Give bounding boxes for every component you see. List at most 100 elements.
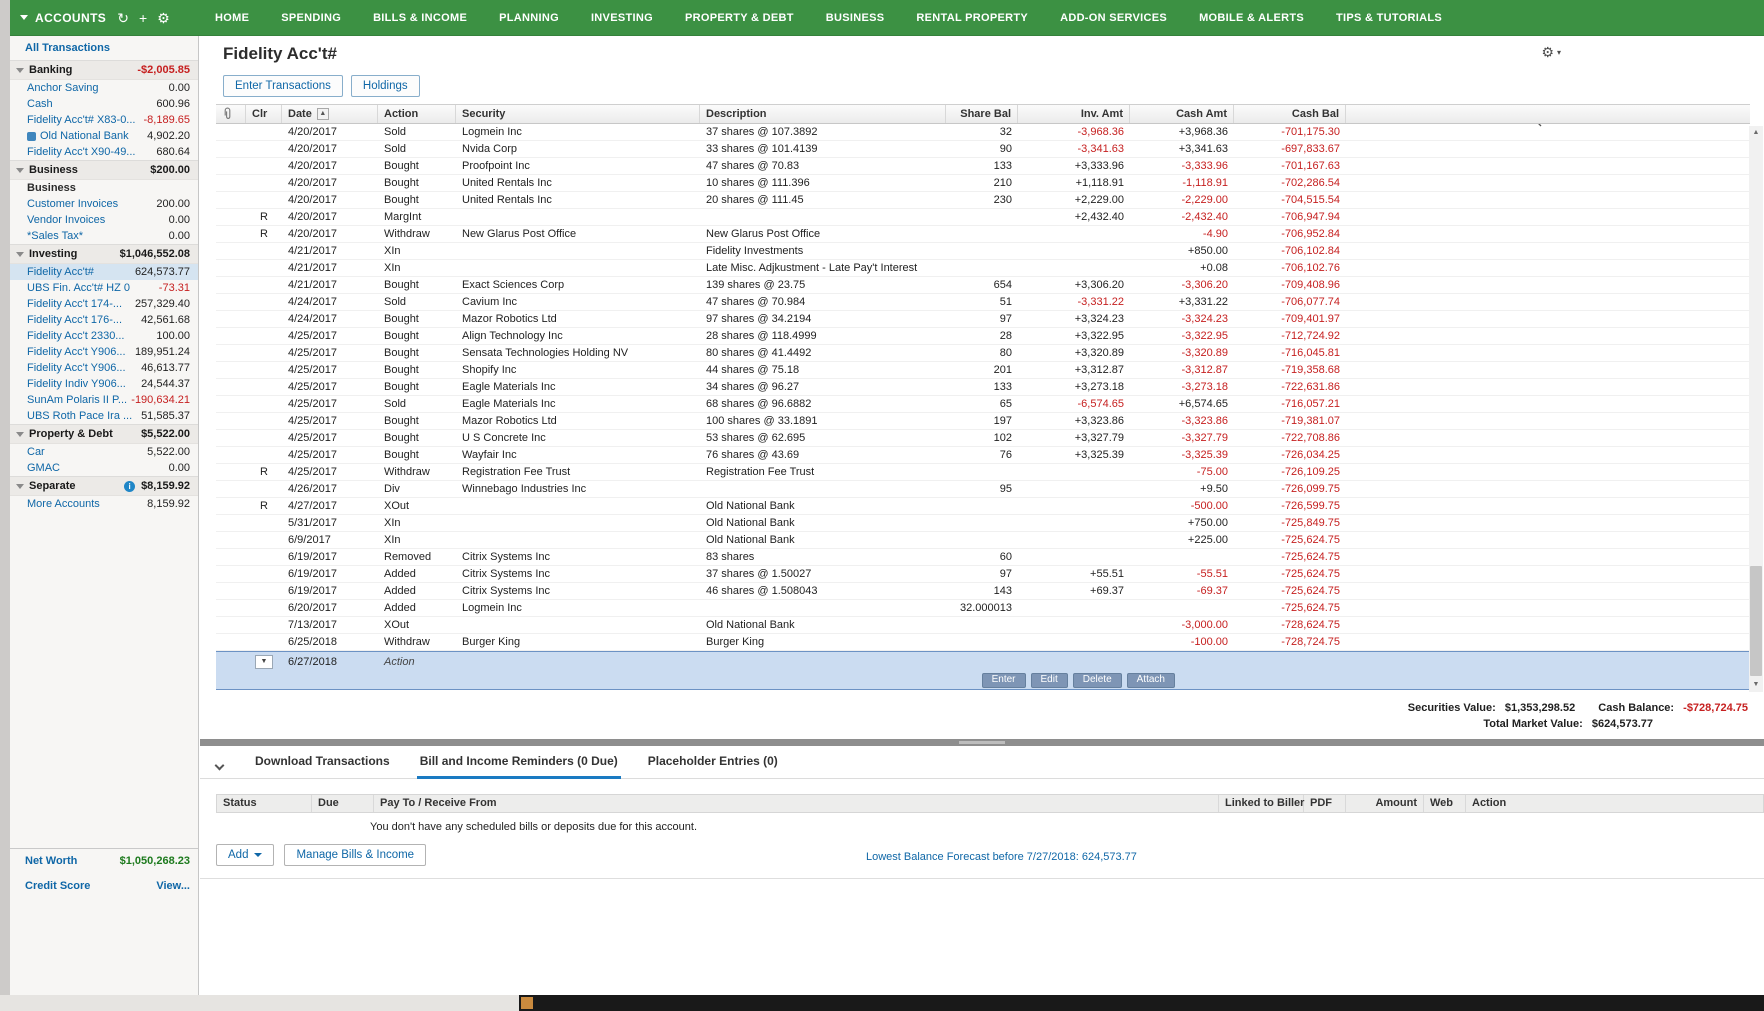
accounts-menu[interactable]: ACCOUNTS ↻ + ⚙ <box>10 0 199 35</box>
collapse-panel-button[interactable] <box>206 762 232 778</box>
col-header-action[interactable]: Action <box>378 105 456 123</box>
sidebar-account-sunam-polaris-ii-p[interactable]: SunAm Polaris II P...-190,634.21 <box>10 392 198 408</box>
tab-placeholder-entries-0[interactable]: Placeholder Entries (0) <box>645 754 781 779</box>
selected-transaction-row[interactable]: ▼ 6/27/2018 Action <box>216 651 1750 671</box>
delete-button[interactable]: Delete <box>1073 673 1122 688</box>
enter-button[interactable]: Enter <box>982 673 1026 688</box>
sidebar-group-investing[interactable]: Investing$1,046,552.08 <box>10 244 198 264</box>
register-actions-menu[interactable]: ⚙ ▾ <box>1541 44 1561 61</box>
credit-score-view-link[interactable]: View... <box>156 880 190 892</box>
sidebar-account-fidelity-acc-t-x83-0[interactable]: Fidelity Acc't# X83-0...-8,189.65 <box>10 112 198 128</box>
transaction-row[interactable]: R4/25/2017WithdrawRegistration Fee Trust… <box>216 464 1750 481</box>
forecast-link[interactable]: Lowest Balance Forecast before 7/27/2018… <box>866 851 1137 863</box>
col-header-security[interactable]: Security <box>456 105 700 123</box>
sidebar-account-more-accounts[interactable]: More Accounts8,159.92 <box>10 496 198 512</box>
transaction-row[interactable]: 4/21/2017XInLate Misc. Adjkustment - Lat… <box>216 260 1750 277</box>
bills-col-due[interactable]: Due <box>312 795 374 812</box>
col-header-cash-amt[interactable]: Cash Amt <box>1130 105 1234 123</box>
sidebar-account-car[interactable]: Car5,522.00 <box>10 444 198 460</box>
tab-bill-and-income-reminders-0-due[interactable]: Bill and Income Reminders (0 Due) <box>417 754 621 779</box>
gear-icon[interactable]: ⚙ <box>157 11 170 25</box>
credit-score-label[interactable]: Credit Score <box>25 880 90 892</box>
sidebar-account-vendor-invoices[interactable]: Vendor Invoices0.00 <box>10 212 198 228</box>
manage-bills-button[interactable]: Manage Bills & Income <box>284 844 426 866</box>
sidebar-account-business[interactable]: Business <box>10 180 198 196</box>
panel-splitter[interactable] <box>200 739 1764 746</box>
col-header-share-bal[interactable]: Share Bal <box>946 105 1018 123</box>
nav-item-rental-property[interactable]: RENTAL PROPERTY <box>900 12 1044 24</box>
attach-button[interactable]: Attach <box>1127 673 1175 688</box>
transaction-row[interactable]: 4/25/2017BoughtShopify Inc44 shares @ 75… <box>216 362 1750 379</box>
sidebar-account-gmac[interactable]: GMAC0.00 <box>10 460 198 476</box>
sidebar-account-fidelity-acc-t[interactable]: Fidelity Acc't#624,573.77 <box>10 264 198 280</box>
add-reminder-button[interactable]: Add <box>216 844 274 866</box>
transaction-row[interactable]: 4/25/2017BoughtU S Concrete Inc53 shares… <box>216 430 1750 447</box>
transaction-row[interactable]: 4/24/2017SoldCavium Inc47 shares @ 70.98… <box>216 294 1750 311</box>
bills-col-linked-to-biller[interactable]: Linked to Biller <box>1219 795 1304 812</box>
transaction-row[interactable]: 6/20/2017AddedLogmein Inc32.000013-725,6… <box>216 600 1750 617</box>
attachment-column-header[interactable] <box>216 105 246 123</box>
transaction-row[interactable]: 4/21/2017XInFidelity Investments+850.00-… <box>216 243 1750 260</box>
sidebar-account-fidelity-acc-t-2330[interactable]: Fidelity Acc't 2330...100.00 <box>10 328 198 344</box>
sidebar-account-ubs-fin-acc-t-hz-0[interactable]: UBS Fin. Acc't# HZ 0-73.31 <box>10 280 198 296</box>
nav-item-add-on-services[interactable]: ADD-ON SERVICES <box>1044 12 1183 24</box>
sidebar-account-fidelity-acc-t-176[interactable]: Fidelity Acc't 176-...42,561.68 <box>10 312 198 328</box>
nav-item-planning[interactable]: PLANNING <box>483 12 575 24</box>
sidebar-account-sales-tax[interactable]: *Sales Tax*0.00 <box>10 228 198 244</box>
bills-col-amount[interactable]: Amount <box>1346 795 1424 812</box>
col-header-date[interactable]: Date ▲ <box>282 105 378 123</box>
nav-item-spending[interactable]: SPENDING <box>265 12 357 24</box>
sidebar-account-fidelity-acc-t-y906[interactable]: Fidelity Acc't Y906...189,951.24 <box>10 344 198 360</box>
transaction-row[interactable]: 4/25/2017BoughtWayfair Inc76 shares @ 43… <box>216 447 1750 464</box>
sidebar-account-fidelity-acc-t-174[interactable]: Fidelity Acc't 174-...257,329.40 <box>10 296 198 312</box>
transaction-row[interactable]: 4/20/2017BoughtProofpoint Inc47 shares @… <box>216 158 1750 175</box>
tab-download-transactions[interactable]: Download Transactions <box>252 754 393 779</box>
col-header-cash-bal[interactable]: Cash Bal <box>1234 105 1346 123</box>
sidebar-account-customer-invoices[interactable]: Customer Invoices200.00 <box>10 196 198 212</box>
col-header-inv-amt[interactable]: Inv. Amt <box>1018 105 1130 123</box>
transaction-row[interactable]: 4/21/2017BoughtExact Sciences Corp139 sh… <box>216 277 1750 294</box>
sidebar-group-property-debt[interactable]: Property & Debt$5,522.00 <box>10 424 198 444</box>
nav-item-business[interactable]: BUSINESS <box>810 12 901 24</box>
sidebar-group-separate[interactable]: Separatei$8,159.92 <box>10 476 198 496</box>
transaction-row[interactable]: 4/25/2017BoughtEagle Materials Inc34 sha… <box>216 379 1750 396</box>
sidebar-group-business[interactable]: Business$200.00 <box>10 160 198 180</box>
transaction-row[interactable]: 4/20/2017SoldNvida Corp33 shares @ 101.4… <box>216 141 1750 158</box>
transaction-row[interactable]: 5/31/2017XInOld National Bank+750.00-725… <box>216 515 1750 532</box>
transaction-row[interactable]: 4/25/2017BoughtSensata Technologies Hold… <box>216 345 1750 362</box>
scroll-down-icon[interactable]: ▼ <box>1749 678 1763 692</box>
enter-transactions-button[interactable]: Enter Transactions <box>223 75 343 97</box>
nav-item-bills-income[interactable]: BILLS & INCOME <box>357 12 483 24</box>
sidebar-account-fidelity-acc-t-x90-49[interactable]: Fidelity Acc't X90-49...680.64 <box>10 144 198 160</box>
row-dropdown-button[interactable]: ▼ <box>255 655 273 669</box>
info-icon[interactable]: i <box>124 481 135 492</box>
transaction-row[interactable]: 6/19/2017AddedCitrix Systems Inc37 share… <box>216 566 1750 583</box>
bills-col-action[interactable]: Action <box>1466 795 1570 812</box>
bills-col-pdf[interactable]: PDF <box>1304 795 1346 812</box>
edit-action-placeholder[interactable]: Action <box>378 654 456 670</box>
transaction-row[interactable]: R4/27/2017XOutOld National Bank-500.00-7… <box>216 498 1750 515</box>
bills-col-web[interactable]: Web <box>1424 795 1466 812</box>
transaction-row[interactable]: 6/19/2017AddedCitrix Systems Inc46 share… <box>216 583 1750 600</box>
transaction-row[interactable]: 6/19/2017RemovedCitrix Systems Inc83 sha… <box>216 549 1750 566</box>
holdings-button[interactable]: Holdings <box>351 75 420 97</box>
transaction-row[interactable]: 6/9/2017XInOld National Bank+225.00-725,… <box>216 532 1750 549</box>
nav-item-tips-tutorials[interactable]: TIPS & TUTORIALS <box>1320 12 1458 24</box>
register-scrollbar[interactable]: ▲ ▼ <box>1749 126 1763 692</box>
transaction-row[interactable]: 4/24/2017BoughtMazor Robotics Ltd97 shar… <box>216 311 1750 328</box>
transaction-row[interactable]: 4/20/2017BoughtUnited Rentals Inc20 shar… <box>216 192 1750 209</box>
edit-date-cell[interactable]: 6/27/2018 <box>282 654 378 670</box>
sidebar-account-fidelity-acc-t-y906[interactable]: Fidelity Acc't Y906...46,613.77 <box>10 360 198 376</box>
taskbar-app-icon[interactable] <box>521 997 533 1009</box>
col-header-clr[interactable]: Clr <box>246 105 282 123</box>
nav-item-home[interactable]: HOME <box>199 12 265 24</box>
edit-button[interactable]: Edit <box>1031 673 1068 688</box>
sidebar-account-anchor-saving[interactable]: Anchor Saving0.00 <box>10 80 198 96</box>
add-account-icon[interactable]: + <box>139 11 147 25</box>
sidebar-account-fidelity-indiv-y906[interactable]: Fidelity Indiv Y906...24,544.37 <box>10 376 198 392</box>
sidebar-account-old-national-bank[interactable]: Old National Bank4,902.20 <box>10 128 198 144</box>
scroll-up-icon[interactable]: ▲ <box>1749 126 1763 140</box>
transaction-row[interactable]: R4/20/2017WithdrawNew Glarus Post Office… <box>216 226 1750 243</box>
transaction-row[interactable]: 4/25/2017BoughtMazor Robotics Ltd100 sha… <box>216 413 1750 430</box>
transaction-row[interactable]: 4/25/2017SoldEagle Materials Inc68 share… <box>216 396 1750 413</box>
